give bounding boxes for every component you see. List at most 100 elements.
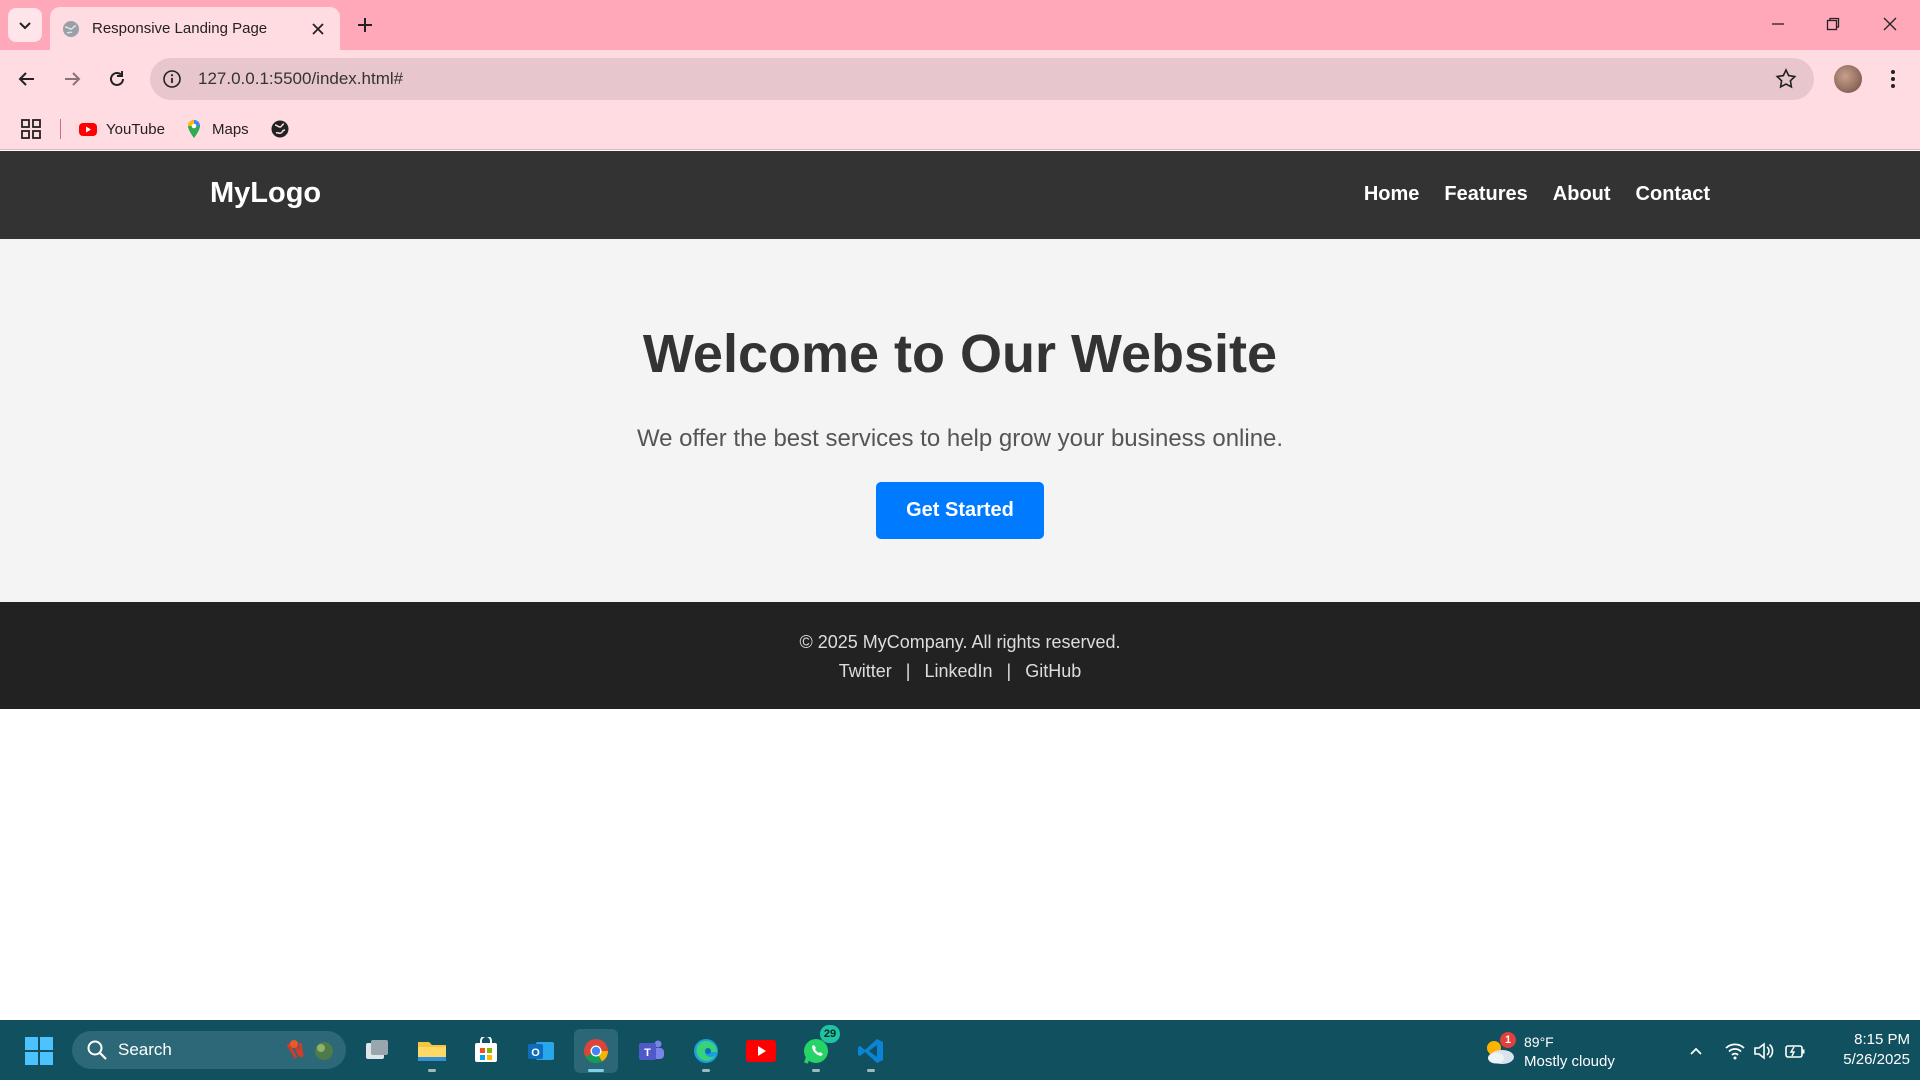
youtube-icon xyxy=(79,123,97,136)
reload-button[interactable] xyxy=(100,62,134,96)
site-logo[interactable]: MyLogo xyxy=(210,177,321,210)
taskbar-app-vscode[interactable] xyxy=(849,1029,893,1073)
browser-toolbar: 127.0.0.1:5500/index.html# xyxy=(0,50,1920,108)
browser-tab[interactable]: Responsive Landing Page xyxy=(50,7,340,50)
volume-status[interactable] xyxy=(1752,1040,1774,1062)
teams-icon: T xyxy=(639,1040,664,1060)
taskbar-app-store[interactable] xyxy=(464,1029,508,1073)
bookmark-youtube[interactable]: YouTube xyxy=(78,116,165,142)
maps-icon xyxy=(188,120,200,138)
taskbar-app-whatsapp[interactable]: 29 xyxy=(794,1025,840,1073)
restore-button[interactable] xyxy=(1813,6,1853,42)
site-info-icon[interactable] xyxy=(162,69,182,89)
windows-start-icon[interactable] xyxy=(24,1036,54,1066)
taskbar-app-outlook[interactable]: O xyxy=(519,1029,563,1073)
whatsapp-badge: 29 xyxy=(820,1025,840,1043)
system-clock[interactable]: 8:15 PM 5/26/2025 xyxy=(1820,1030,1910,1070)
battery-status[interactable] xyxy=(1784,1040,1806,1062)
plus-icon xyxy=(358,18,372,32)
minimize-button[interactable] xyxy=(1758,6,1798,42)
reload-icon xyxy=(110,71,124,86)
task-view-icon xyxy=(366,1040,388,1059)
close-icon xyxy=(1883,17,1897,31)
weather-widget[interactable]: 1 89°F Mostly cloudy xyxy=(1482,1032,1642,1072)
footer-separator: | xyxy=(905,661,911,681)
battery-charging-icon xyxy=(1785,1045,1805,1058)
search-highlight-icon xyxy=(286,1040,333,1060)
site-header: MyLogo Home Features About Contact xyxy=(0,151,1920,239)
get-started-button[interactable]: Get Started xyxy=(876,482,1044,539)
running-indicator xyxy=(702,1069,710,1072)
edge-icon xyxy=(694,1039,718,1063)
profile-avatar[interactable] xyxy=(1834,65,1862,93)
search-placeholder: Search xyxy=(118,1040,172,1059)
globe-icon xyxy=(271,120,289,138)
clock-time: 8:15 PM xyxy=(1854,1031,1910,1048)
copyright-text: © 2025 MyCompany. All rights reserved. xyxy=(799,632,1121,652)
taskbar-app-task-view[interactable] xyxy=(355,1029,399,1073)
running-indicator xyxy=(588,1069,604,1072)
back-button[interactable] xyxy=(10,62,44,96)
social-links: Twitter | LinkedIn | GitHub xyxy=(0,661,1920,682)
new-tab-button[interactable] xyxy=(352,12,378,38)
more-vertical-icon xyxy=(1891,70,1895,88)
youtube-icon xyxy=(746,1040,776,1062)
footer-link-linkedin[interactable]: LinkedIn xyxy=(924,661,992,682)
footer-link-twitter[interactable]: Twitter xyxy=(839,661,892,682)
bookmarks-bar: YouTube Maps xyxy=(0,108,1920,150)
wifi-status[interactable] xyxy=(1724,1040,1746,1062)
taskbar-app-file-explorer[interactable] xyxy=(410,1029,454,1073)
running-indicator xyxy=(812,1069,820,1072)
bookmark-label: Maps xyxy=(212,120,249,138)
close-window-button[interactable] xyxy=(1870,6,1910,42)
wifi-icon xyxy=(1725,1043,1745,1060)
folder-icon xyxy=(418,1042,446,1061)
tab-search-button[interactable] xyxy=(8,8,42,42)
hero-section: Welcome to Our Website We offer the best… xyxy=(0,239,1920,602)
weather-condition: Mostly cloudy xyxy=(1524,1053,1615,1070)
minimize-icon xyxy=(1772,23,1784,25)
clock-date: 5/26/2025 xyxy=(1843,1051,1910,1068)
url-text[interactable]: 127.0.0.1:5500/index.html# xyxy=(198,69,1774,89)
show-hidden-icons-button[interactable] xyxy=(1685,1040,1707,1062)
tab-title: Responsive Landing Page xyxy=(92,20,268,37)
site-nav: Home Features About Contact xyxy=(1364,183,1710,206)
arrow-left-icon xyxy=(18,72,34,86)
nav-link-home[interactable]: Home xyxy=(1364,183,1420,206)
bookmark-globe[interactable] xyxy=(270,116,298,142)
nav-link-features[interactable]: Features xyxy=(1444,183,1527,206)
tab-close-button[interactable] xyxy=(308,19,328,39)
speaker-icon xyxy=(1754,1042,1774,1060)
address-bar[interactable]: 127.0.0.1:5500/index.html# xyxy=(150,58,1814,100)
taskbar-app-teams[interactable]: T xyxy=(629,1029,673,1073)
browser-menu-button[interactable] xyxy=(1880,64,1906,94)
hero-title: Welcome to Our Website xyxy=(642,324,1278,384)
apps-grid-icon[interactable] xyxy=(20,118,42,140)
weather-temperature: 89°F xyxy=(1524,1034,1554,1050)
browser-tab-strip: Responsive Landing Page xyxy=(0,0,1920,50)
bookmark-label: YouTube xyxy=(106,120,165,138)
vscode-icon xyxy=(858,1039,883,1063)
forward-button[interactable] xyxy=(55,62,89,96)
taskbar-app-edge[interactable] xyxy=(684,1029,728,1073)
site-footer: © 2025 MyCompany. All rights reserved. T… xyxy=(0,602,1920,709)
chrome-icon xyxy=(584,1039,608,1064)
bookmark-star-icon[interactable] xyxy=(1774,67,1798,91)
chevron-up-icon xyxy=(1690,1047,1702,1055)
taskbar-app-chrome[interactable] xyxy=(574,1029,618,1073)
outlook-icon: O xyxy=(528,1042,554,1060)
hero-subtitle: We offer the best services to help grow … xyxy=(636,425,1284,452)
nav-link-about[interactable]: About xyxy=(1553,183,1611,206)
close-icon xyxy=(312,22,324,35)
svg-text:O: O xyxy=(531,1047,540,1059)
svg-text:T: T xyxy=(644,1047,651,1059)
bookmarks-divider xyxy=(60,119,61,139)
running-indicator xyxy=(867,1069,875,1072)
nav-link-contact[interactable]: Contact xyxy=(1636,183,1710,206)
weather-badge: 1 xyxy=(1500,1032,1516,1048)
taskbar-app-youtube[interactable] xyxy=(739,1029,783,1073)
footer-link-github[interactable]: GitHub xyxy=(1025,661,1081,682)
taskbar-search[interactable]: Search xyxy=(72,1031,346,1069)
bookmark-maps[interactable]: Maps xyxy=(184,116,249,142)
store-icon xyxy=(475,1037,497,1062)
